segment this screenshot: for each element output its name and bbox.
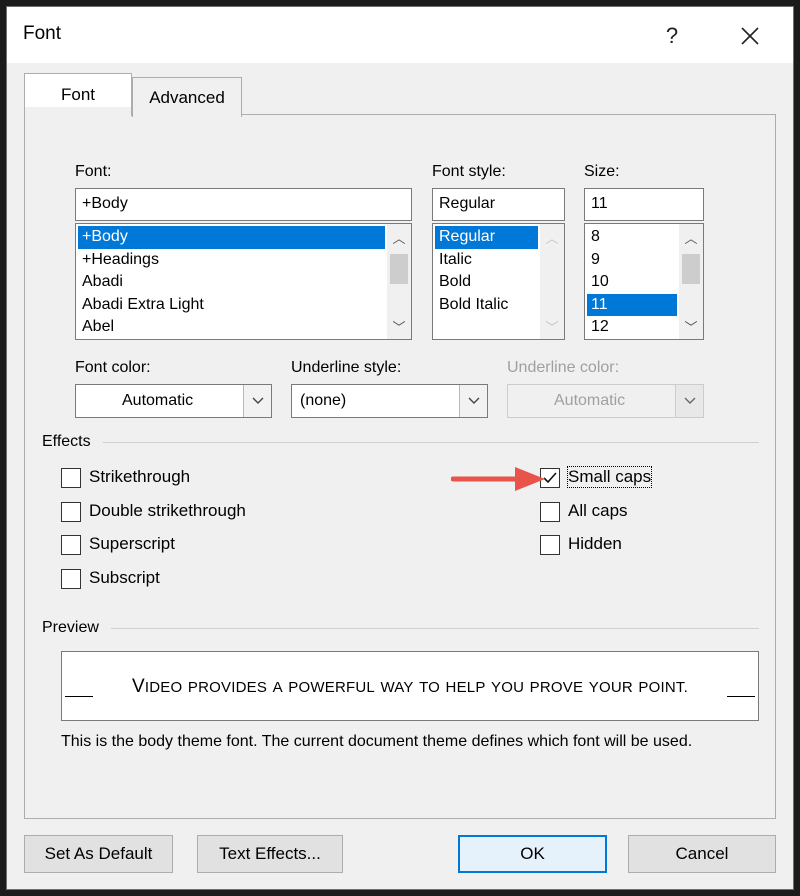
ok-button[interactable]: OK — [458, 835, 607, 873]
size-input[interactable]: 11 — [584, 188, 704, 221]
underline-style-dropdown[interactable]: (none) — [291, 384, 488, 418]
list-item[interactable]: Abadi — [78, 271, 385, 294]
font-style-list-scrollbar: ︿ ﹀ — [540, 224, 564, 339]
font-style-list-items: Regular Italic Bold Bold Italic — [435, 226, 538, 316]
preview-baseline-right — [727, 696, 755, 697]
tab-advanced-label: Advanced — [149, 87, 225, 107]
list-item[interactable]: Regular — [435, 226, 538, 249]
scroll-thumb[interactable] — [682, 254, 700, 284]
ok-label: OK — [520, 844, 545, 863]
font-label: Font: — [75, 163, 112, 180]
underline-style-label: Underline style: — [291, 359, 402, 376]
effects-divider — [103, 442, 759, 443]
checkbox-strikethrough[interactable] — [61, 468, 81, 488]
list-item[interactable]: +Headings — [78, 249, 385, 272]
scroll-up-icon: ︿ — [545, 230, 559, 246]
underline-color-value: Automatic — [554, 392, 626, 409]
font-list-scrollbar[interactable]: ︿ ﹀ — [387, 224, 411, 339]
checkbox-double-strikethrough[interactable] — [61, 501, 81, 522]
chevron-down-icon — [675, 385, 703, 417]
chevron-down-icon[interactable] — [459, 385, 487, 417]
checkbox-label[interactable]: Strikethrough — [89, 467, 190, 487]
font-color-label: Font color: — [75, 359, 151, 376]
preview-divider — [111, 628, 759, 629]
font-input[interactable]: +Body — [75, 188, 412, 221]
font-color-value: Automatic — [122, 392, 194, 409]
close-button[interactable] — [727, 13, 773, 59]
cancel-label: Cancel — [675, 844, 729, 863]
size-list-scrollbar[interactable]: ︿ ﹀ — [679, 224, 703, 339]
set-as-default-button[interactable]: Set As Default — [24, 835, 173, 873]
size-label: Size: — [584, 163, 620, 180]
underline-style-value: (none) — [300, 392, 347, 409]
list-item[interactable]: Bold Italic — [435, 294, 538, 317]
list-item[interactable]: Italic — [435, 249, 538, 272]
underline-color-label: Underline color: — [507, 359, 620, 376]
text-effects-label: Text Effects... — [219, 844, 321, 863]
font-style-label: Font style: — [432, 163, 506, 180]
font-style-list[interactable]: Regular Italic Bold Bold Italic ︿ ﹀ — [432, 223, 565, 340]
tab-advanced[interactable]: Advanced — [132, 77, 242, 117]
list-item[interactable]: +Body — [78, 226, 385, 249]
red-arrow-icon — [451, 467, 545, 491]
close-x-icon — [741, 27, 759, 45]
checkbox-label[interactable]: Subscript — [89, 568, 160, 588]
checkbox-all-caps[interactable] — [540, 501, 560, 522]
font-style-input[interactable]: Regular — [432, 188, 565, 221]
cancel-button[interactable]: Cancel — [628, 835, 776, 873]
tab-connector — [25, 107, 131, 117]
checkbox-superscript[interactable] — [61, 535, 81, 555]
preview-box: VIDEO PROVIDES A POWERFUL WAY TO HELP YO… — [61, 651, 759, 721]
checkbox-label[interactable]: Small caps — [566, 466, 653, 488]
scroll-thumb[interactable] — [390, 254, 408, 284]
list-item[interactable]: Abadi Extra Light — [78, 294, 385, 317]
underline-color-dropdown: Automatic — [507, 384, 704, 418]
checkbox-label[interactable]: Superscript — [89, 534, 175, 554]
help-button[interactable]: ? — [649, 13, 695, 59]
checkbox-subscript[interactable] — [61, 568, 81, 589]
scroll-down-icon[interactable]: ﹀ — [387, 315, 411, 337]
checkbox-label[interactable]: All caps — [568, 501, 628, 521]
scroll-up-icon[interactable]: ︿ — [387, 226, 411, 248]
preview-description: This is the body theme font. The current… — [61, 733, 693, 750]
chevron-down-icon[interactable] — [243, 385, 271, 417]
tab-font-label: Font — [60, 85, 96, 104]
list-item[interactable]: 12 — [587, 316, 677, 339]
effects-group-label: Effects — [42, 433, 91, 450]
font-dialog: Font ? Font Advanced Font: +Body +Body +H… — [6, 6, 794, 890]
preview-group-label: Preview — [42, 619, 99, 636]
checkbox-label[interactable]: Double strikethrough — [89, 501, 246, 521]
list-item[interactable]: 9 — [587, 249, 677, 272]
scroll-down-icon: ﹀ — [545, 319, 559, 335]
preview-text: VIDEO PROVIDES A POWERFUL WAY TO HELP YO… — [132, 676, 688, 697]
list-item[interactable]: Bold — [435, 271, 538, 294]
font-color-dropdown[interactable]: Automatic — [75, 384, 272, 418]
font-list[interactable]: +Body +Headings Abadi Abadi Extra Light Abel… — [75, 223, 412, 340]
list-item[interactable]: 8 — [587, 226, 677, 249]
set-as-default-label: Set As Default — [44, 844, 153, 863]
question-mark-icon: ? — [665, 23, 679, 48]
scroll-up-icon[interactable]: ︿ — [679, 226, 703, 248]
size-list-items: 8 9 10 11 12 — [587, 226, 677, 339]
list-item[interactable]: 11 — [587, 293, 677, 317]
list-item[interactable]: 10 — [587, 271, 677, 294]
scroll-down-icon[interactable]: ﹀ — [679, 315, 703, 337]
text-effects-button[interactable]: Text Effects... — [197, 835, 343, 873]
list-item[interactable]: Abel — [78, 316, 385, 339]
checkbox-label[interactable]: Hidden — [568, 534, 622, 554]
font-list-items: +Body +Headings Abadi Abadi Extra Light Abel — [78, 226, 385, 339]
size-list[interactable]: 8 9 10 11 12 ︿ ﹀ — [584, 223, 704, 340]
checkbox-hidden[interactable] — [540, 535, 560, 555]
dialog-title: Font — [23, 23, 62, 44]
